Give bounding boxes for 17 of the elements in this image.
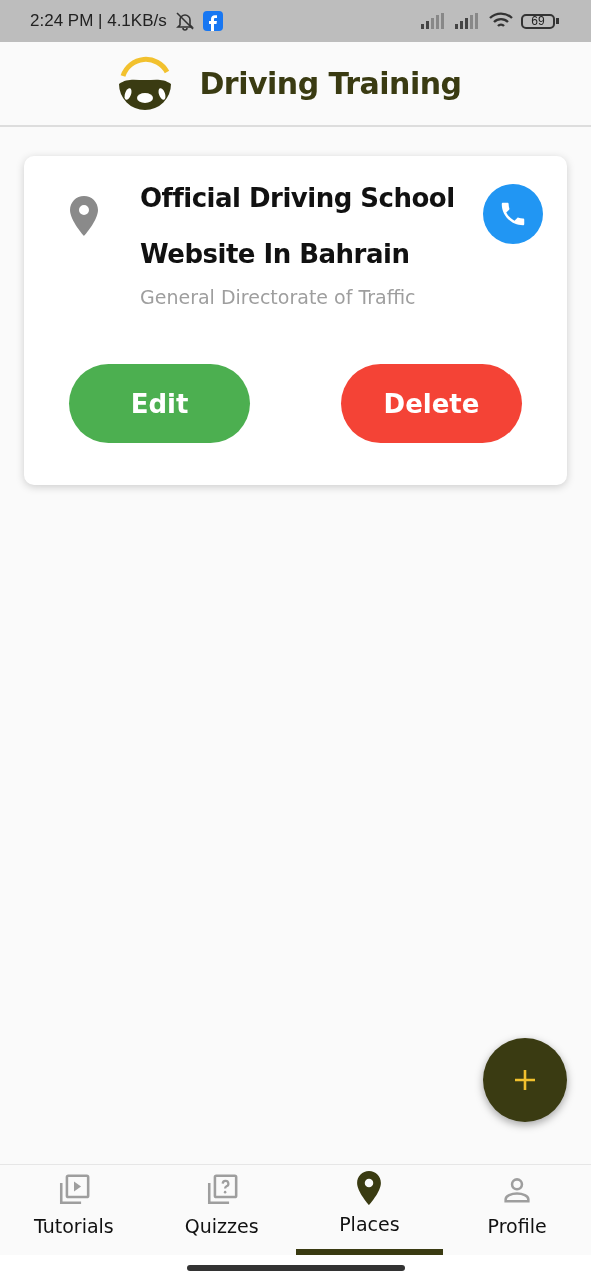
app-title: Driving Training — [199, 66, 462, 101]
facebook-icon — [202, 11, 223, 31]
place-title: Official Driving School Website In Bahrain — [140, 182, 456, 271]
place-subtitle: General Directorate of Traffic — [140, 286, 417, 308]
call-button[interactable] — [483, 184, 543, 244]
status-time: 2:24 PM | 4.1KB/s — [30, 11, 167, 31]
nav-tab[interactable]: Tutorials — [0, 1165, 148, 1255]
signal-icon — [455, 13, 481, 29]
plus-icon — [514, 1069, 536, 1091]
nav-tab[interactable]: Quizzes — [147, 1165, 296, 1255]
home-indicator[interactable] — [186, 1264, 405, 1271]
nav-tab[interactable]: Profile — [443, 1165, 591, 1255]
signal-icon — [421, 13, 447, 29]
bell-off-icon — [174, 11, 195, 31]
location-pin-icon — [68, 196, 100, 236]
add-button[interactable] — [483, 1038, 567, 1122]
delete-button[interactable]: Delete — [341, 364, 522, 443]
